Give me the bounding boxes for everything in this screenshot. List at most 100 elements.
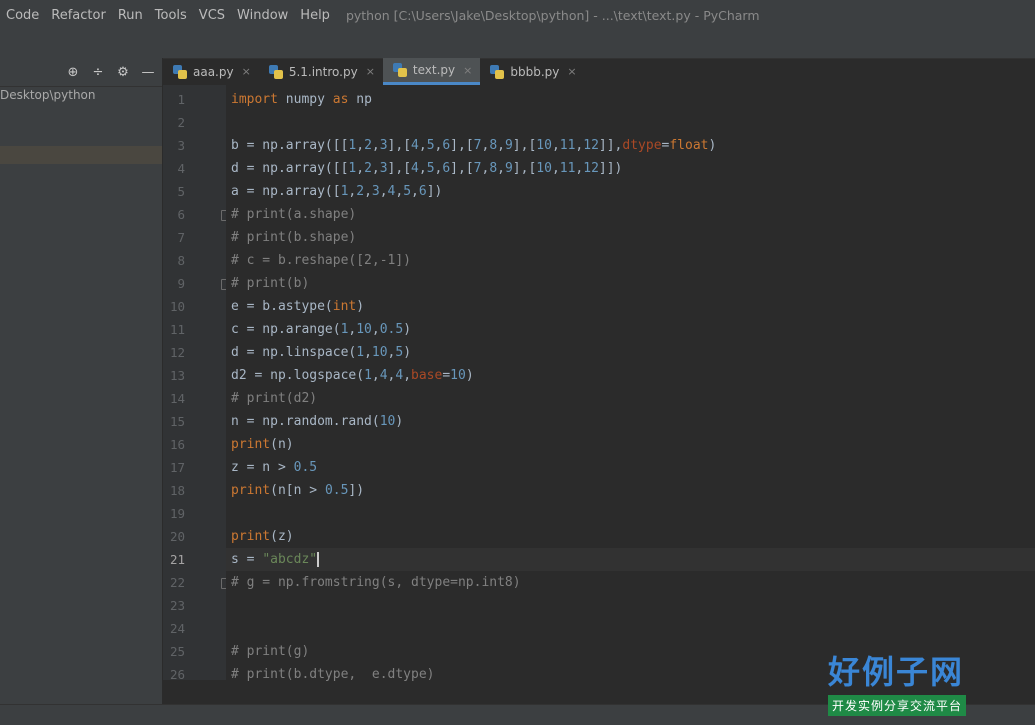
tab-5-1-intro[interactable]: 5.1.intro.py × — [259, 58, 383, 85]
editor-tabs: aaa.py × 5.1.intro.py × text.py × bbbb.p… — [163, 58, 585, 85]
line-number: 9 — [177, 276, 185, 291]
menu-window[interactable]: Window — [231, 8, 294, 23]
toolbar — [0, 30, 1035, 59]
line-number: 16 — [169, 437, 185, 452]
python-file-icon — [173, 64, 187, 79]
close-icon[interactable]: × — [242, 65, 251, 78]
code-line[interactable]: print(n[n > 0.5]) — [226, 479, 1035, 502]
line-number: 1 — [177, 92, 185, 107]
line-number: 22 — [169, 575, 185, 590]
code-line-text: e = b.astype(int) — [231, 299, 365, 314]
code-line-text: # c = b.reshape([2,-1]) — [231, 253, 412, 268]
menu-tools[interactable]: Tools — [149, 8, 193, 23]
code-line[interactable]: d = np.linspace(1,10,5) — [226, 341, 1035, 364]
tab-label: aaa.py — [193, 64, 234, 79]
code-line-text: import numpy as np — [231, 92, 372, 107]
close-icon[interactable]: × — [463, 64, 472, 77]
line-number: 11 — [169, 322, 185, 337]
line-number: 20 — [169, 529, 185, 544]
close-icon[interactable]: × — [567, 65, 576, 78]
code-line-text: print(n) — [231, 437, 294, 452]
gear-icon[interactable]: ⚙ — [115, 65, 131, 80]
code-line[interactable] — [226, 617, 1035, 640]
line-number: 13 — [169, 368, 185, 383]
menu-help[interactable]: Help — [294, 8, 336, 23]
line-number: 7 — [177, 230, 185, 245]
line-number: 21 — [169, 552, 185, 567]
code-line[interactable]: # c = b.reshape([2,-1]) — [226, 249, 1035, 272]
code-line-text: d2 = np.logspace(1,4,4,base=10) — [231, 368, 474, 383]
code-line[interactable]: c = np.arange(1,10,0.5) — [226, 318, 1035, 341]
line-number: 12 — [169, 345, 185, 360]
code-line-text: d = np.linspace(1,10,5) — [231, 345, 412, 360]
menu-code[interactable]: Code — [0, 8, 45, 23]
code-line-text: b = np.array([[1,2,3],[4,5,6],[7,8,9],[1… — [231, 138, 717, 153]
code-line[interactable]: print(z) — [226, 525, 1035, 548]
close-icon[interactable]: × — [366, 65, 375, 78]
code-line[interactable]: n = np.random.rand(10) — [226, 410, 1035, 433]
code-line[interactable]: d2 = np.logspace(1,4,4,base=10) — [226, 364, 1035, 387]
tab-label: bbbb.py — [510, 64, 560, 79]
code-line[interactable] — [226, 594, 1035, 617]
window-title: python [C:\Users\Jake\Desktop\python] - … — [345, 7, 760, 23]
tab-bbbb[interactable]: bbbb.py × — [480, 58, 584, 85]
code-line-text: z = n > 0.5 — [231, 460, 318, 475]
code-line[interactable]: d = np.array([[1,2,3],[4,5,6],[7,8,9],[1… — [226, 157, 1035, 180]
code-editor[interactable]: import numpy as np b = np.array([[1,2,3],… — [226, 85, 1035, 682]
watermark-title: 好例子网 — [828, 653, 965, 691]
line-number: 19 — [169, 506, 185, 521]
code-line[interactable]: # print(a.shape) — [226, 203, 1035, 226]
code-line[interactable]: import numpy as np — [226, 88, 1035, 111]
code-line-text: s = "abcdz" — [231, 552, 320, 567]
code-line[interactable]: b = np.array([[1,2,3],[4,5,6],[7,8,9],[1… — [226, 134, 1035, 157]
line-number: 10 — [169, 299, 185, 314]
line-number-gutter[interactable]: 1 2 3 4 5 6 7 8 9 10 11 12 13 14 15 16 17 18 19 20 21 22 23 24 2… — [163, 85, 230, 682]
menu-run[interactable]: Run — [112, 8, 149, 23]
code-line[interactable]: s = "abcdz" — [226, 548, 1035, 571]
code-line-text: # print(d2) — [231, 391, 318, 406]
code-line-text: d = np.array([[1,2,3],[4,5,6],[7,8,9],[1… — [231, 161, 623, 176]
code-line-text: # print(g) — [231, 644, 310, 659]
code-line-text: n = np.random.rand(10) — [231, 414, 404, 429]
code-line-text: c = np.arange(1,10,0.5) — [231, 322, 412, 337]
project-panel: ⊕ ÷ ⚙ — Desktop\python — [0, 58, 163, 704]
project-panel-toolbar: ⊕ ÷ ⚙ — — [0, 58, 162, 87]
selected-tree-row[interactable] — [0, 146, 162, 164]
line-number: 8 — [177, 253, 185, 268]
code-line-text: # print(b.shape) — [231, 230, 357, 245]
code-line[interactable]: # g = np.fromstring(s, dtype=np.int8) — [226, 571, 1035, 594]
target-icon[interactable]: ⊕ — [65, 65, 81, 80]
tab-text[interactable]: text.py × — [382, 58, 481, 85]
line-number: 4 — [177, 161, 185, 176]
python-file-icon — [392, 63, 407, 77]
tab-aaa[interactable]: aaa.py × — [163, 58, 259, 85]
collapse-icon[interactable]: ÷ — [90, 65, 106, 80]
line-number: 18 — [169, 483, 185, 498]
code-line[interactable]: e = b.astype(int) — [226, 295, 1035, 318]
code-line-text: print(n[n > 0.5]) — [231, 483, 365, 498]
code-line-text: # print(a.shape) — [231, 207, 357, 222]
code-line[interactable]: # print(d2) — [226, 387, 1035, 410]
tab-label: 5.1.intro.py — [288, 64, 358, 79]
line-number: 17 — [169, 460, 185, 475]
code-line[interactable]: print(n) — [226, 433, 1035, 456]
code-line[interactable] — [226, 502, 1035, 525]
project-root-path[interactable]: Desktop\python — [0, 88, 96, 102]
line-number: 6 — [177, 207, 185, 222]
line-number: 2 — [177, 115, 185, 130]
menu-refactor[interactable]: Refactor — [45, 8, 112, 23]
text-caret — [317, 552, 320, 567]
menu-vcs[interactable]: VCS — [193, 8, 231, 23]
hide-icon[interactable]: — — [140, 65, 156, 80]
code-line[interactable]: a = np.array([1,2,3,4,5,6]) — [226, 180, 1035, 203]
code-line[interactable]: # print(b.shape) — [226, 226, 1035, 249]
line-number: 15 — [169, 414, 185, 429]
code-line-text: # g = np.fromstring(s, dtype=np.int8) — [231, 575, 521, 590]
code-line[interactable]: z = n > 0.5 — [226, 456, 1035, 479]
line-number: 14 — [169, 391, 185, 406]
code-line[interactable]: # print(b) — [226, 272, 1035, 295]
code-line[interactable] — [226, 111, 1035, 134]
